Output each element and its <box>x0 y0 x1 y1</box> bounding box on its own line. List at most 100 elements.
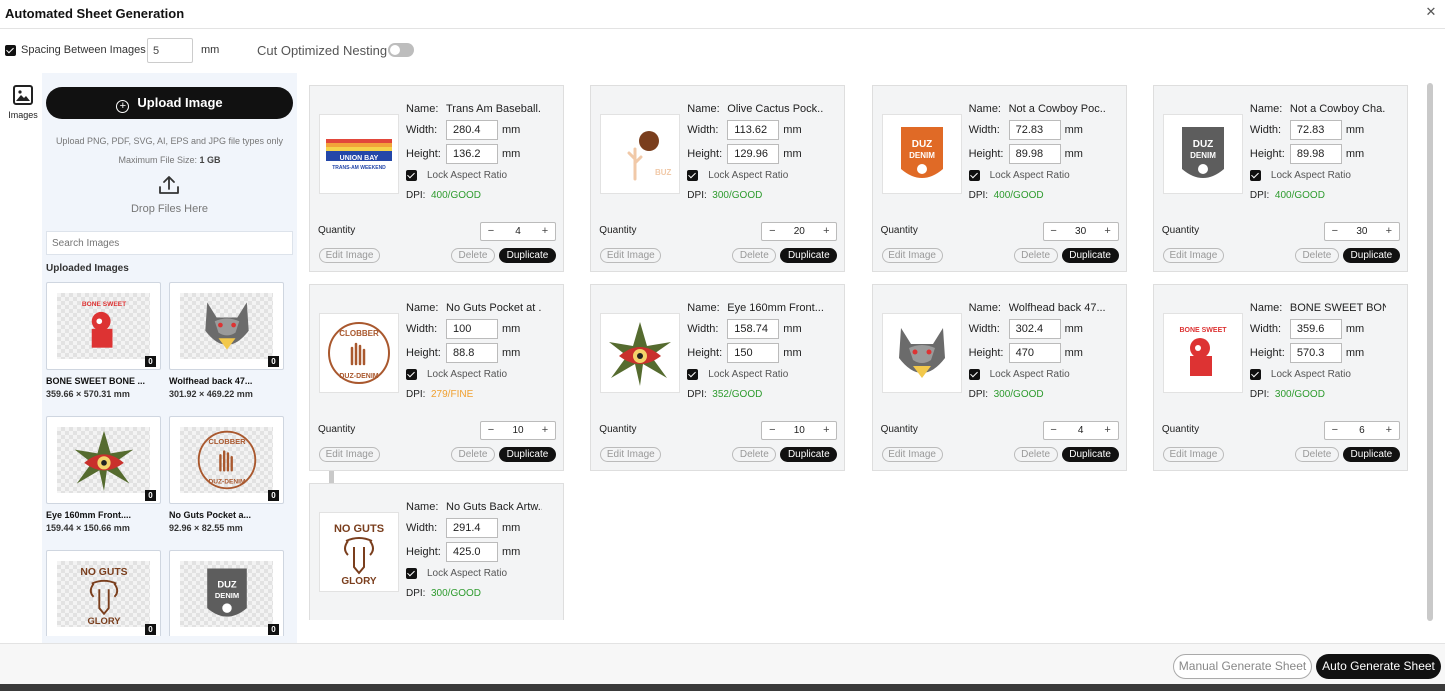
width-input[interactable]: 72.83 <box>1289 120 1342 140</box>
height-input[interactable]: 150 <box>727 343 780 363</box>
decrement-button[interactable]: − <box>1325 223 1345 240</box>
uploaded-image-thumb[interactable]: NO GUTS GLORY 0 <box>46 550 161 636</box>
increment-button[interactable]: + <box>535 223 555 240</box>
images-tab-label[interactable]: Images <box>0 110 46 120</box>
manual-generate-button[interactable]: Manual Generate Sheet <box>1173 654 1312 679</box>
duplicate-button[interactable]: Duplicate <box>499 447 556 462</box>
lock-aspect-checkbox[interactable] <box>406 170 417 181</box>
height-input[interactable]: 89.98 <box>1008 144 1061 164</box>
edit-image-button[interactable]: Edit Image <box>319 447 380 462</box>
uploaded-image-thumb[interactable]: DUZ DENIM 0 <box>169 550 284 636</box>
delete-button[interactable]: Delete <box>451 248 495 263</box>
uploaded-image-thumb[interactable]: 0 <box>46 416 161 504</box>
height-input[interactable]: 425.0 <box>446 542 498 562</box>
delete-button[interactable]: Delete <box>1294 447 1339 462</box>
increment-button[interactable]: + <box>1379 422 1399 439</box>
increment-button[interactable]: + <box>1098 223 1118 240</box>
uploaded-image-thumb[interactable]: BONE SWEET 0 <box>46 282 161 370</box>
width-input[interactable]: 158.74 <box>727 319 780 339</box>
lock-aspect-checkbox[interactable] <box>406 568 417 579</box>
increment-button[interactable]: + <box>1098 422 1118 439</box>
quantity-value[interactable]: 30 <box>1064 223 1098 240</box>
height-input[interactable]: 136.2 <box>446 144 498 164</box>
increment-button[interactable]: + <box>816 422 836 439</box>
edit-image-button[interactable]: Edit Image <box>319 248 380 263</box>
quantity-stepper: −30 + <box>1042 222 1119 241</box>
grid-scrollbar[interactable] <box>1427 83 1433 621</box>
image-icon[interactable] <box>13 85 33 105</box>
edit-image-button[interactable]: Edit Image <box>881 248 943 263</box>
edit-image-button[interactable]: Edit Image <box>600 447 662 462</box>
height-input[interactable]: 89.98 <box>1289 144 1342 164</box>
width-input[interactable]: 100 <box>446 319 498 339</box>
upload-image-button[interactable]: + Upload Image <box>46 87 293 119</box>
lock-aspect-label: Lock Aspect Ratio <box>989 170 1070 181</box>
quantity-value[interactable]: 10 <box>501 422 535 439</box>
quantity-value[interactable]: 20 <box>782 223 816 240</box>
duplicate-button[interactable]: Duplicate <box>1342 447 1400 462</box>
decrement-button[interactable]: − <box>762 223 782 240</box>
lock-aspect-checkbox[interactable] <box>687 170 699 181</box>
decrement-button[interactable]: − <box>1044 223 1064 240</box>
width-unit: mm <box>502 124 521 136</box>
increment-button[interactable]: + <box>1379 223 1399 240</box>
auto-generate-button[interactable]: Auto Generate Sheet <box>1316 654 1441 679</box>
delete-button[interactable]: Delete <box>1013 447 1058 462</box>
lock-aspect-checkbox[interactable] <box>968 170 980 181</box>
drop-files-label[interactable]: Drop Files Here <box>42 203 297 215</box>
uploaded-heading: Uploaded Images <box>46 263 129 274</box>
lock-aspect-checkbox[interactable] <box>687 369 699 380</box>
edit-image-button[interactable]: Edit Image <box>881 447 943 462</box>
decrement-button[interactable]: − <box>762 422 782 439</box>
delete-button[interactable]: Delete <box>732 248 777 263</box>
spacing-checkbox[interactable] <box>5 45 16 56</box>
uploaded-image-thumb[interactable]: 0 <box>169 282 284 370</box>
height-input[interactable]: 570.3 <box>1289 343 1342 363</box>
uploaded-image-thumb[interactable]: CLOBBER DUZ-DENIM 0 <box>169 416 284 504</box>
quantity-value[interactable]: 10 <box>782 422 816 439</box>
upload-icon[interactable] <box>158 174 180 196</box>
quantity-value[interactable]: 30 <box>1345 223 1379 240</box>
decrement-button[interactable]: − <box>1044 422 1064 439</box>
quantity-value[interactable]: 6 <box>1345 422 1379 439</box>
close-icon[interactable]: ✕ <box>1423 4 1439 20</box>
edit-image-button[interactable]: Edit Image <box>600 248 662 263</box>
thumb-size: 159.44 × 150.66 mm <box>46 523 130 533</box>
duplicate-button[interactable]: Duplicate <box>780 248 838 263</box>
delete-button[interactable]: Delete <box>451 447 495 462</box>
spacing-input[interactable] <box>147 38 193 63</box>
svg-text:DENIM: DENIM <box>215 591 239 600</box>
width-input[interactable]: 280.4 <box>446 120 498 140</box>
lock-aspect-checkbox[interactable] <box>1249 170 1261 181</box>
duplicate-button[interactable]: Duplicate <box>1342 248 1400 263</box>
edit-image-button[interactable]: Edit Image <box>1162 447 1224 462</box>
duplicate-button[interactable]: Duplicate <box>1061 447 1119 462</box>
lock-aspect-checkbox[interactable] <box>1249 369 1261 380</box>
width-input[interactable]: 72.83 <box>1008 120 1061 140</box>
width-input[interactable]: 291.4 <box>446 518 498 538</box>
delete-button[interactable]: Delete <box>1294 248 1339 263</box>
increment-button[interactable]: + <box>816 223 836 240</box>
edit-image-button[interactable]: Edit Image <box>1162 248 1224 263</box>
lock-aspect-checkbox[interactable] <box>968 369 980 380</box>
delete-button[interactable]: Delete <box>732 447 777 462</box>
quantity-value[interactable]: 4 <box>1064 422 1098 439</box>
decrement-button[interactable]: − <box>481 422 501 439</box>
height-input[interactable]: 129.96 <box>727 144 780 164</box>
lock-aspect-checkbox[interactable] <box>406 369 417 380</box>
height-input[interactable]: 88.8 <box>446 343 498 363</box>
search-images-input[interactable] <box>46 231 293 255</box>
decrement-button[interactable]: − <box>1325 422 1345 439</box>
nesting-toggle[interactable] <box>388 43 414 57</box>
width-input[interactable]: 359.6 <box>1289 319 1342 339</box>
decrement-button[interactable]: − <box>481 223 501 240</box>
duplicate-button[interactable]: Duplicate <box>1061 248 1119 263</box>
increment-button[interactable]: + <box>535 422 555 439</box>
width-input[interactable]: 302.4 <box>1008 319 1061 339</box>
duplicate-button[interactable]: Duplicate <box>780 447 838 462</box>
height-input[interactable]: 470 <box>1008 343 1061 363</box>
width-input[interactable]: 113.62 <box>727 120 780 140</box>
delete-button[interactable]: Delete <box>1013 248 1058 263</box>
duplicate-button[interactable]: Duplicate <box>499 248 556 263</box>
quantity-value[interactable]: 4 <box>501 223 535 240</box>
